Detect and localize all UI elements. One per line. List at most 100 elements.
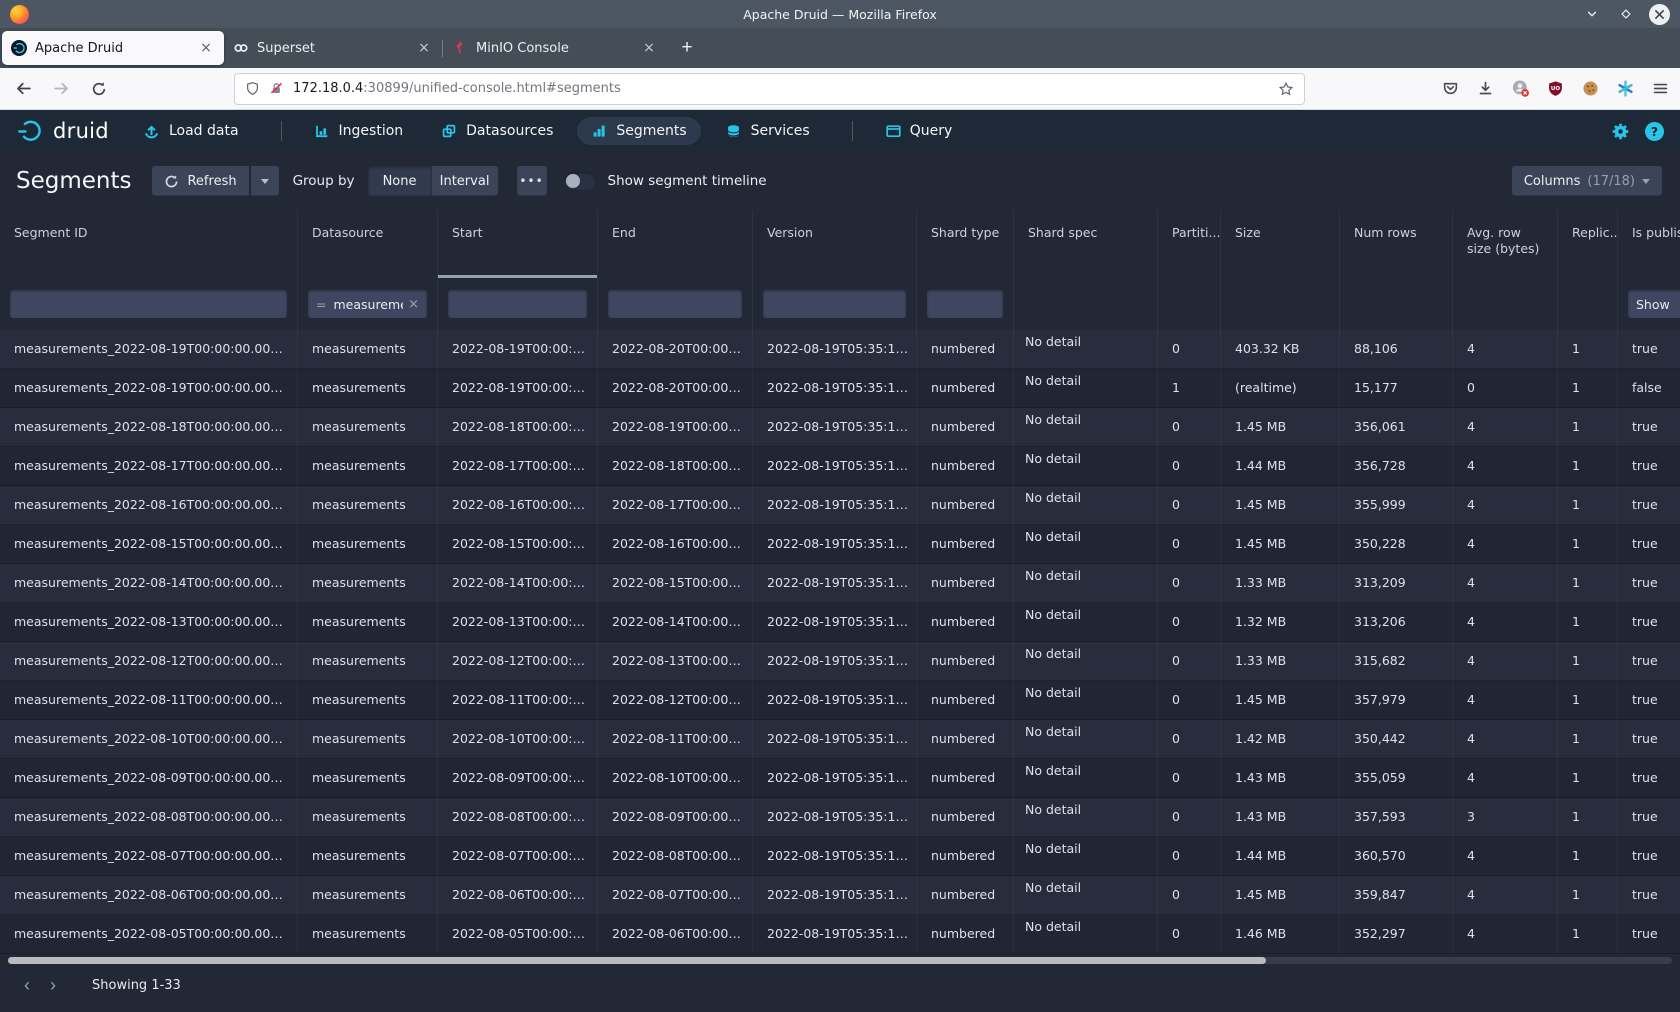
nav-item-query[interactable]: Query — [871, 117, 967, 145]
tracking-shield-icon[interactable] — [245, 81, 260, 96]
nav-item-load-data[interactable]: Load data — [129, 117, 253, 146]
filter-input-version[interactable] — [763, 290, 906, 318]
window-title: Apache Druid — Mozilla Firefox — [0, 7, 1680, 22]
downloads-icon[interactable] — [1475, 79, 1495, 99]
prev-page-button[interactable]: ‹ — [14, 972, 40, 998]
table-header-row: Segment IDDatasourceStartEndVersionShard… — [0, 210, 1680, 278]
column-header-start[interactable]: Start — [438, 210, 598, 278]
group-by-none-button[interactable]: None — [368, 166, 432, 196]
table-row[interactable]: measurements_2022-08-10T00:00:00.000Z...… — [0, 720, 1680, 759]
more-options-button[interactable]: ••• — [517, 166, 547, 196]
cell-is-published: true — [1618, 525, 1680, 564]
column-header-partition[interactable]: Partiti... — [1158, 210, 1221, 278]
filter-input-end[interactable] — [608, 290, 742, 318]
table-row[interactable]: measurements_2022-08-06T00:00:00.000Z...… — [0, 876, 1680, 915]
insecure-lock-icon[interactable] — [269, 81, 284, 96]
tab-superset[interactable]: Superset× — [224, 31, 442, 65]
table-row[interactable]: measurements_2022-08-16T00:00:00.000Z...… — [0, 486, 1680, 525]
settings-gear-icon[interactable] — [1611, 122, 1630, 141]
reload-icon[interactable] — [84, 74, 114, 104]
column-header-size[interactable]: Size — [1221, 210, 1340, 278]
filter-cell-start — [438, 278, 598, 330]
refresh-dropdown-button[interactable] — [251, 166, 279, 196]
window-close-icon[interactable] — [1649, 4, 1670, 25]
tab-close-icon[interactable]: × — [415, 40, 433, 56]
cell-shard-spec: No detail — [1014, 642, 1158, 681]
cell-replication: 1 — [1558, 798, 1618, 837]
nav-item-services[interactable]: Services — [711, 117, 824, 146]
column-header-end[interactable]: End — [598, 210, 753, 278]
help-icon[interactable]: ? — [1645, 122, 1664, 141]
columns-button[interactable]: Columns(17/18) — [1512, 166, 1662, 196]
segment-timeline-label: Show segment timeline — [608, 173, 767, 189]
window-titlebar[interactable]: Apache Druid — Mozilla Firefox — [0, 0, 1680, 28]
cell-partition: 0 — [1158, 486, 1221, 525]
scrollbar-thumb[interactable] — [8, 957, 1266, 964]
tab-minio-console[interactable]: MinIO Console× — [443, 31, 667, 65]
column-header-shard-type[interactable]: Shard type — [917, 210, 1014, 278]
pocket-icon[interactable] — [1440, 79, 1460, 99]
column-header-avg-row-size[interactable]: Avg. row size (bytes) — [1453, 210, 1558, 278]
table-row[interactable]: measurements_2022-08-19T00:00:00.000Z...… — [0, 330, 1680, 369]
refresh-button[interactable]: Refresh — [152, 166, 248, 196]
url-bar[interactable]: 172.18.0.4:30899/unified-console.html#se… — [234, 73, 1305, 105]
cell-end: 2022-08-07T00:00:00.0... — [598, 876, 753, 915]
table-row[interactable]: measurements_2022-08-09T00:00:00.000Z...… — [0, 759, 1680, 798]
table-row[interactable]: measurements_2022-08-18T00:00:00.000Z...… — [0, 408, 1680, 447]
tab-apache-druid[interactable]: Apache Druid × — [2, 31, 224, 65]
tab-close-icon[interactable]: × — [640, 40, 658, 56]
filter-input-start[interactable] — [448, 290, 587, 318]
segment-timeline-toggle[interactable] — [564, 172, 596, 190]
table-row[interactable]: measurements_2022-08-11T00:00:00.000Z...… — [0, 681, 1680, 720]
filter-tag-datasource[interactable]: =measureme× — [308, 290, 427, 318]
cell-partition: 0 — [1158, 681, 1221, 720]
column-header-shard-spec[interactable]: Shard spec — [1014, 210, 1158, 278]
filter-cell-datasource: =measureme× — [298, 278, 438, 330]
filter-input-shard-type[interactable] — [927, 290, 1003, 318]
nav-item-segments[interactable]: Segments — [577, 117, 700, 145]
bookmark-star-icon[interactable] — [1278, 81, 1294, 97]
table-row[interactable]: measurements_2022-08-14T00:00:00.000Z...… — [0, 564, 1680, 603]
filter-input-is-published[interactable] — [1628, 290, 1680, 318]
nav-item-ingestion[interactable]: Ingestion — [300, 117, 418, 145]
cell-is-published: true — [1618, 408, 1680, 447]
cell-partition: 0 — [1158, 915, 1221, 954]
new-tab-button[interactable]: + — [671, 31, 703, 65]
filter-input-segment-id[interactable] — [10, 290, 287, 318]
cell-shard-type: numbered — [917, 330, 1014, 369]
filter-cell-avg-row-size — [1453, 278, 1558, 330]
cell-version: 2022-08-19T05:35:11.5... — [753, 564, 917, 603]
table-row[interactable]: measurements_2022-08-19T00:00:00.000Z...… — [0, 369, 1680, 408]
extension-disabled-icon[interactable] — [1510, 79, 1530, 99]
table-row[interactable]: measurements_2022-08-08T00:00:00.000Z...… — [0, 798, 1680, 837]
window-maximize-icon[interactable] — [1615, 4, 1636, 25]
column-header-replication[interactable]: Replic... — [1558, 210, 1618, 278]
tab-title: Apache Druid — [35, 41, 187, 56]
group-by-interval-button[interactable]: Interval — [432, 166, 498, 196]
extension-asterisk-icon[interactable] — [1615, 79, 1635, 99]
column-header-segment-id[interactable]: Segment ID — [0, 210, 298, 278]
cell-version: 2022-08-19T05:35:11.0... — [753, 876, 917, 915]
column-header-datasource[interactable]: Datasource — [298, 210, 438, 278]
column-header-num-rows[interactable]: Num rows — [1340, 210, 1453, 278]
druid-logo[interactable]: druid — [16, 116, 109, 146]
column-header-is-published[interactable]: Is published — [1618, 210, 1680, 278]
cell-shard-spec: No detail — [1014, 564, 1158, 603]
next-page-button[interactable]: › — [40, 972, 66, 998]
ublock-icon[interactable]: UO — [1545, 79, 1565, 99]
table-row[interactable]: measurements_2022-08-12T00:00:00.000Z...… — [0, 642, 1680, 681]
table-row[interactable]: measurements_2022-08-13T00:00:00.000Z...… — [0, 603, 1680, 642]
table-row[interactable]: measurements_2022-08-07T00:00:00.000Z...… — [0, 837, 1680, 876]
column-header-version[interactable]: Version — [753, 210, 917, 278]
tab-close-icon[interactable]: × — [197, 40, 215, 56]
forward-icon[interactable] — [46, 74, 76, 104]
table-row[interactable]: measurements_2022-08-05T00:00:00.000Z...… — [0, 915, 1680, 954]
table-row[interactable]: measurements_2022-08-15T00:00:00.000Z...… — [0, 525, 1680, 564]
nav-item-datasources[interactable]: Datasources — [427, 117, 567, 145]
window-minimize-icon[interactable] — [1581, 4, 1602, 25]
table-row[interactable]: measurements_2022-08-17T00:00:00.000Z...… — [0, 447, 1680, 486]
filter-remove-icon[interactable]: × — [408, 297, 419, 312]
menu-hamburger-icon[interactable] — [1650, 79, 1670, 99]
cookie-icon[interactable] — [1580, 79, 1600, 99]
back-icon[interactable] — [8, 74, 38, 104]
